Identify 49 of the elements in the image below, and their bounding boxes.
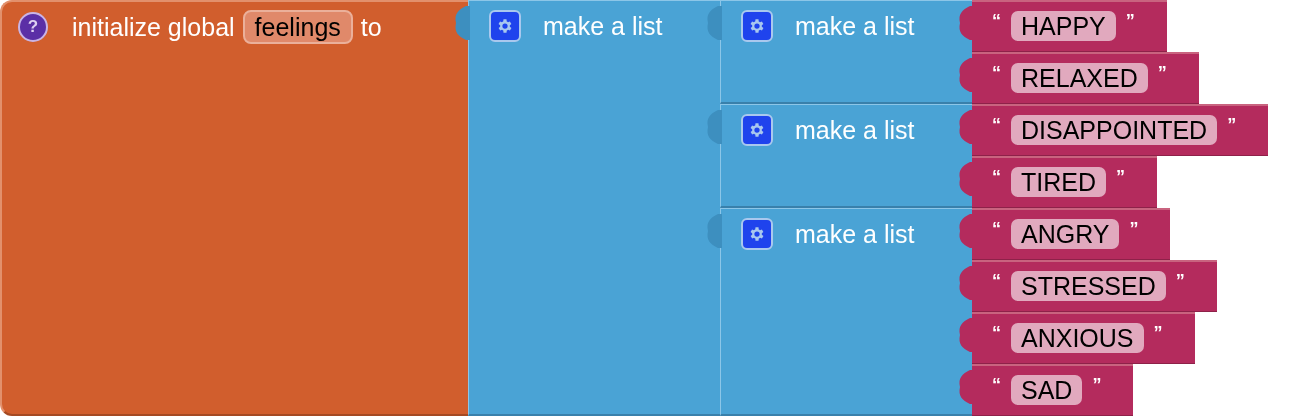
open-quote: “ xyxy=(992,375,1001,395)
block-label: make a list xyxy=(795,11,915,41)
text-value-field[interactable]: RELAXED xyxy=(1011,63,1148,93)
text-value-field[interactable]: ANXIOUS xyxy=(1011,323,1144,353)
gear-icon[interactable] xyxy=(741,10,773,42)
close-quote: ” xyxy=(1157,63,1167,83)
open-quote: “ xyxy=(992,63,1001,83)
text-value-field[interactable]: STRESSED xyxy=(1011,271,1166,301)
block-label: make a list xyxy=(543,11,663,41)
gear-icon[interactable] xyxy=(489,10,521,42)
open-quote: “ xyxy=(992,167,1001,187)
initialize-global-block[interactable]: ? initialize global feelings to xyxy=(0,0,468,416)
block-label: initialize global xyxy=(72,12,235,42)
open-quote: “ xyxy=(992,219,1001,239)
close-quote: ” xyxy=(1227,115,1237,135)
gear-icon[interactable] xyxy=(741,218,773,250)
close-quote: ” xyxy=(1153,323,1163,343)
close-quote: ” xyxy=(1125,11,1135,31)
block-label: to xyxy=(360,12,382,42)
help-icon[interactable]: ? xyxy=(18,12,48,42)
open-quote: “ xyxy=(992,11,1001,31)
connector-tab xyxy=(958,162,974,196)
connector-tab xyxy=(958,58,974,92)
close-quote: ” xyxy=(1092,375,1102,395)
connector-tab xyxy=(706,6,722,40)
connector-tab xyxy=(958,370,974,404)
open-quote: “ xyxy=(992,271,1001,291)
open-quote: “ xyxy=(992,115,1001,135)
connector-tab xyxy=(706,214,722,248)
variable-name-field[interactable]: feelings xyxy=(242,10,353,44)
connector-tab xyxy=(958,110,974,144)
text-value-field[interactable]: ANGRY xyxy=(1011,219,1120,249)
text-value-field[interactable]: HAPPY xyxy=(1011,11,1116,41)
text-value-field[interactable]: DISAPPOINTED xyxy=(1011,115,1218,145)
connector-tab xyxy=(958,318,974,352)
block-label: make a list xyxy=(795,115,915,145)
connector-tab xyxy=(706,110,722,144)
text-value-field[interactable]: TIRED xyxy=(1011,167,1106,197)
gear-icon[interactable] xyxy=(741,114,773,146)
block-label: make a list xyxy=(795,219,915,249)
close-quote: ” xyxy=(1175,271,1185,291)
connector-tab xyxy=(958,214,974,248)
close-quote: ” xyxy=(1129,219,1139,239)
close-quote: ” xyxy=(1116,167,1125,187)
connector-tab xyxy=(958,6,974,40)
open-quote: “ xyxy=(992,323,1001,343)
connector-tab xyxy=(454,6,470,40)
connector-tab xyxy=(958,266,974,300)
text-value-field[interactable]: SAD xyxy=(1011,375,1083,405)
